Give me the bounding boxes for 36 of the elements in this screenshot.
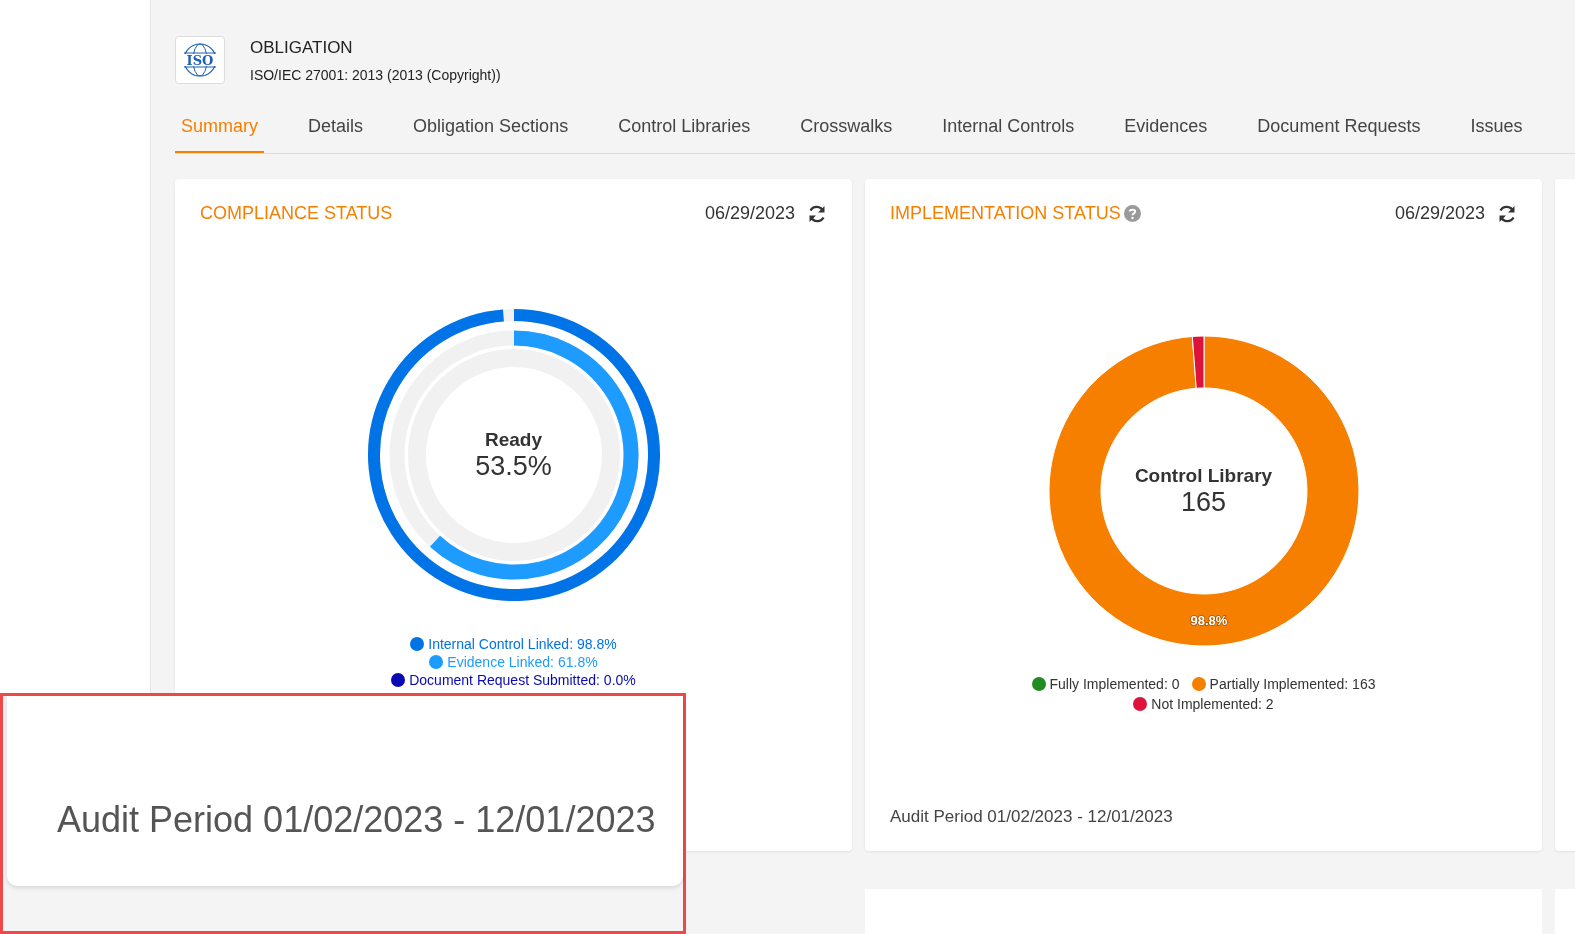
tab[interactable]: Obligation Sections <box>407 106 575 153</box>
card-date: 06/29/2023 <box>704 203 795 224</box>
tab[interactable]: Issues <box>1464 106 1529 153</box>
tab[interactable]: Internal Controls <box>936 106 1081 153</box>
tab[interactable]: Evidences <box>1118 106 1214 153</box>
legend-value: 0 <box>1171 676 1180 692</box>
tab[interactable]: Crosswalks <box>794 106 899 153</box>
refresh-icon[interactable] <box>1497 203 1517 224</box>
tab[interactable]: Control Libraries <box>612 106 757 153</box>
legend-label[interactable]: Document Request Submitted: <box>409 672 600 688</box>
help-icon[interactable] <box>1123 205 1141 222</box>
tab[interactable]: Document Requests <box>1251 106 1427 153</box>
legend-label[interactable]: Internal Control Linked: <box>428 636 574 652</box>
legend-label[interactable]: Not Implemented: <box>1151 696 1262 712</box>
obligation-name: ISO/IEC 27001: 2013 (2013 (Copyright)) <box>250 66 501 83</box>
legend-value: 98.8% <box>577 636 617 652</box>
legend-value: 0.0% <box>603 672 636 688</box>
refresh-icon[interactable] <box>807 203 827 224</box>
chart-center-value: 53.5% <box>475 450 552 482</box>
legend-value: 2 <box>1265 696 1274 712</box>
chart-center-label: Ready <box>485 428 542 451</box>
iso-logo: ISO <box>175 36 225 84</box>
audit-period: Audit Period 01/02/2023 - 12/01/2023 <box>57 799 656 841</box>
legend-value: 163 <box>1352 676 1376 692</box>
legend-label[interactable]: Partially Implemented: <box>1209 676 1349 692</box>
audit-period: Audit Period 01/02/2023 - 12/01/2023 <box>890 807 1174 827</box>
card-title: IMPLEMENTATION STATUS <box>890 203 1121 224</box>
chart-center-label: Control Library <box>1134 464 1273 487</box>
obligation-title: OBLIGATION <box>250 37 354 58</box>
legend-label[interactable]: Fully Implemented: <box>1049 676 1168 692</box>
card-date: 06/29/2023 <box>1394 203 1485 224</box>
chart-center-value: 165 <box>1180 486 1227 518</box>
card-title: COMPLIANCE STATUS <box>200 203 393 224</box>
tab[interactable]: Details <box>302 106 370 153</box>
data-label: 98.8% <box>1189 612 1228 628</box>
legend-value: 61.8% <box>557 654 598 670</box>
